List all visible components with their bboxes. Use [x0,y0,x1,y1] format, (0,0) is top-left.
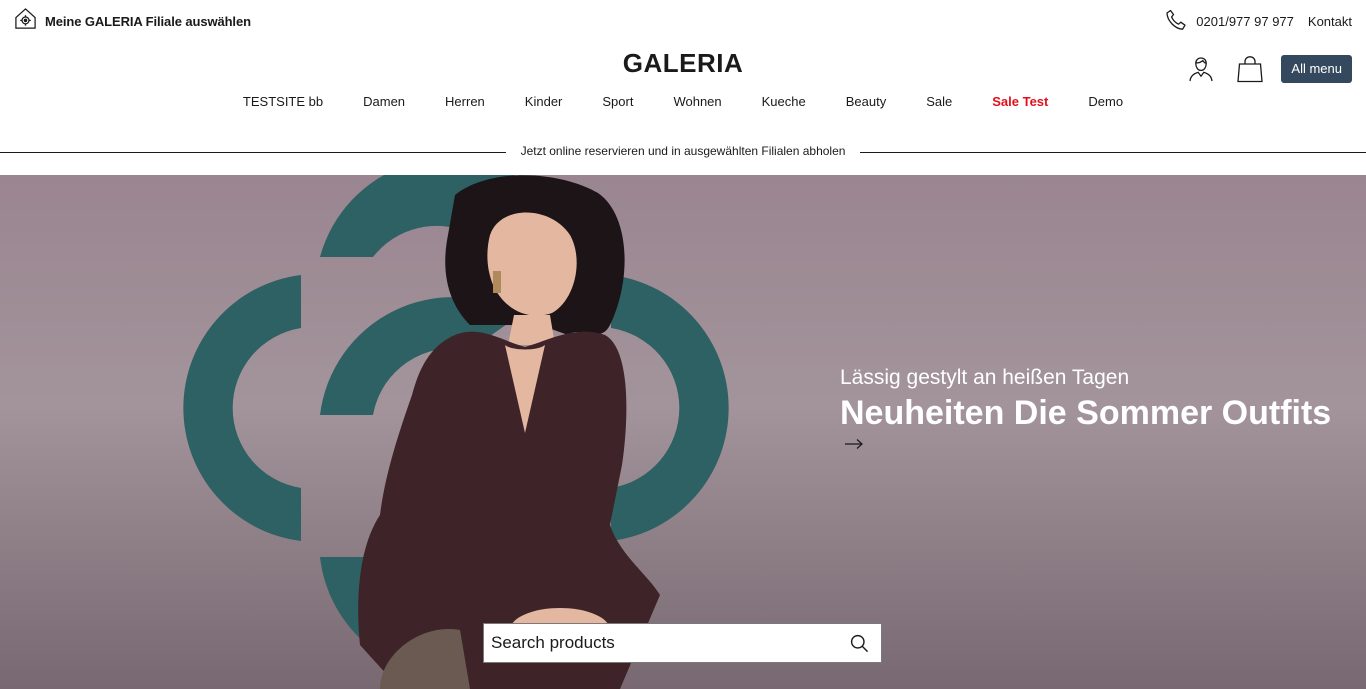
nav-item-beauty[interactable]: Beauty [846,94,886,109]
hero-banner[interactable]: Lässig gestylt an heißen Tagen Neuheiten… [0,175,1366,689]
nav-item-sale[interactable]: Sale [926,94,952,109]
nav-item-sale-test[interactable]: Sale Test [992,94,1048,109]
phone-number[interactable]: 0201/977 97 977 [1196,14,1294,29]
promo-text: Jetzt online reservieren und in ausgewäh… [520,144,846,158]
hero-subtitle: Lässig gestylt an heißen Tagen [840,366,1130,389]
search-input[interactable] [484,624,831,662]
nav-item-sport[interactable]: Sport [602,94,633,109]
search-box [483,623,882,663]
header-actions: All menu [1187,55,1352,83]
nav-item-demo[interactable]: Demo [1088,94,1123,109]
contact-link[interactable]: Kontakt [1308,14,1352,29]
store-selector-label: Meine GALERIA Filiale auswählen [45,13,251,29]
hero-model [358,175,660,689]
hero-title[interactable]: Neuheiten Die Sommer Outfits [840,394,1331,433]
contact-area: 0201/977 97 977 Kontakt [1164,8,1352,35]
search-icon[interactable] [850,634,869,658]
nav-item-kueche[interactable]: Kueche [762,94,806,109]
nav-item-wohnen[interactable]: Wohnen [673,94,721,109]
arrow-right-icon[interactable] [844,437,864,455]
store-location-icon [14,7,37,35]
nav-item-herren[interactable]: Herren [445,94,485,109]
all-menu-button[interactable]: All menu [1281,55,1352,83]
shopping-bag-icon[interactable] [1237,55,1264,83]
nav-item-kinder[interactable]: Kinder [525,94,563,109]
main-nav: TESTSITE bb Damen Herren Kinder Sport Wo… [0,94,1366,109]
phone-icon [1164,8,1188,35]
nav-item-testsite[interactable]: TESTSITE bb [243,94,323,109]
nav-item-damen[interactable]: Damen [363,94,405,109]
account-icon[interactable] [1187,55,1215,83]
galeria-logo[interactable]: GALERIA [0,48,1366,79]
promo-banner: Jetzt online reservieren und in ausgewäh… [0,144,1366,160]
top-bar: Meine GALERIA Filiale auswählen 0201/977… [0,0,1366,38]
store-selector[interactable]: Meine GALERIA Filiale auswählen [14,7,251,35]
